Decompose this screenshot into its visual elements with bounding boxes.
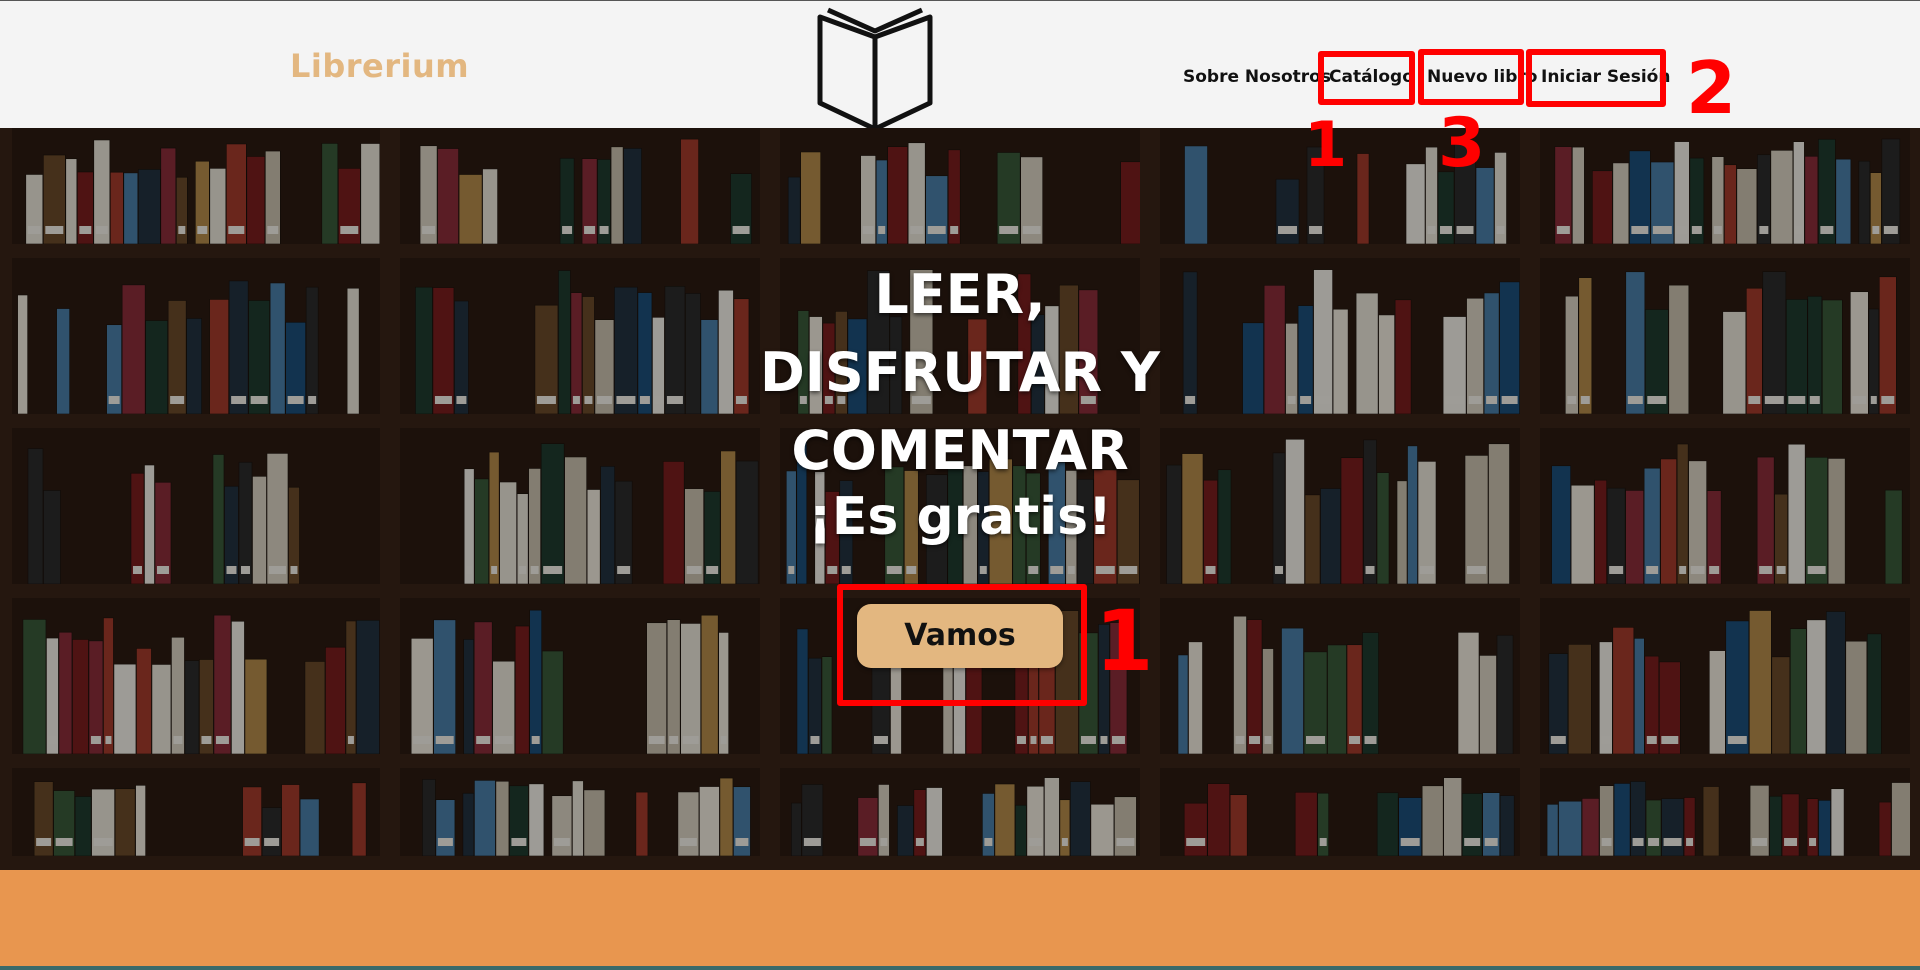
annotation-number-vamos: 1 — [1095, 592, 1154, 690]
headline-line-1: LEER, — [874, 263, 1046, 326]
annotation-box-login — [1526, 49, 1666, 107]
annotation-number-login: 2 — [1686, 46, 1737, 130]
annotation-number-new-book: 3 — [1438, 104, 1486, 183]
hero-headline: LEER, DISFRUTAR Y COMENTAR — [660, 256, 1260, 490]
annotation-number-catalog: 1 — [1304, 108, 1348, 181]
open-book-icon[interactable] — [814, 5, 936, 129]
nav-about[interactable]: Sobre Nosotros — [1183, 67, 1331, 87]
brand-name[interactable]: Librerium — [290, 47, 469, 85]
annotation-box-catalog — [1318, 51, 1415, 105]
hero-section: LEER, DISFRUTAR Y COMENTAR ¡Es gratis! V… — [0, 128, 1920, 870]
headline-line-3: COMENTAR — [791, 419, 1129, 482]
hero-subline: ¡Es gratis! — [808, 487, 1112, 547]
annotation-box-new-book — [1418, 49, 1524, 105]
headline-line-2: DISFRUTAR Y — [759, 341, 1161, 404]
footer-strip — [0, 966, 1920, 970]
footer-band — [0, 870, 1920, 970]
page: Librerium Sobre Nosotros Catálogo Nuevo … — [0, 0, 1920, 970]
annotation-box-vamos — [837, 584, 1087, 706]
